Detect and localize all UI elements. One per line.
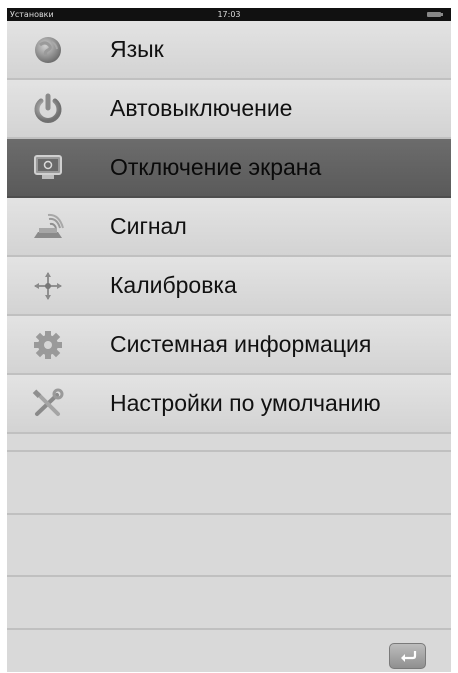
- signal-icon: [30, 210, 66, 244]
- menu-item-defaults[interactable]: Настройки по умолчанию: [7, 375, 451, 434]
- back-button[interactable]: [389, 643, 426, 669]
- battery-icon: [427, 12, 443, 17]
- menu-item-label: Калибровка: [110, 272, 237, 298]
- monitor-icon: [30, 151, 66, 185]
- menu-item-label: Настройки по умолчанию: [110, 390, 381, 416]
- back-arrow-icon: [400, 651, 416, 662]
- settings-screen: Установки 17:03 Язык Автовыключение Откл…: [7, 8, 451, 672]
- menu-item-label: Системная информация: [110, 331, 372, 357]
- divider: [7, 575, 451, 577]
- menu-item-signal[interactable]: Сигнал: [7, 198, 451, 257]
- menu-item-screen-off[interactable]: Отключение экрана: [7, 139, 451, 198]
- status-bar: Установки 17:03: [7, 8, 451, 21]
- divider: [7, 450, 451, 452]
- menu-item-language[interactable]: Язык: [7, 21, 451, 80]
- menu-item-auto-power-off[interactable]: Автовыключение: [7, 80, 451, 139]
- language-icon: [30, 33, 66, 67]
- tools-icon: [30, 387, 66, 421]
- menu-item-label: Автовыключение: [110, 95, 293, 121]
- menu-item-system-info[interactable]: Системная информация: [7, 316, 451, 375]
- gear-icon: [30, 328, 66, 362]
- calibration-icon: [30, 269, 66, 303]
- divider: [7, 628, 451, 630]
- divider: [7, 513, 451, 515]
- menu-item-label: Отключение экрана: [110, 154, 322, 180]
- menu-item-label: Сигнал: [110, 213, 187, 239]
- power-icon: [30, 92, 66, 126]
- status-time: 17:03: [217, 10, 241, 19]
- settings-menu: Язык Автовыключение Отключение экрана Си…: [7, 21, 451, 434]
- menu-item-label: Язык: [110, 36, 164, 62]
- menu-item-calibration[interactable]: Калибровка: [7, 257, 451, 316]
